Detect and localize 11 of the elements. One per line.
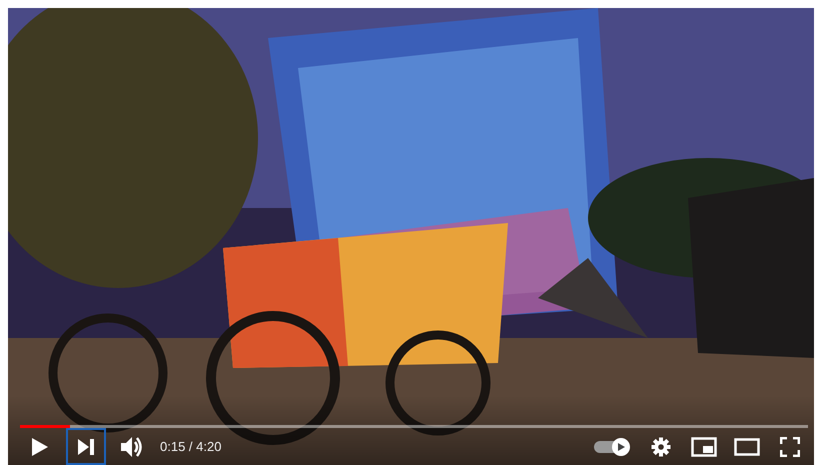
- theater-icon: [734, 438, 760, 456]
- fullscreen-icon: [780, 436, 800, 456]
- miniplayer-icon: [691, 436, 717, 456]
- time-display: 0:15 / 4:20: [160, 439, 222, 454]
- autoplay-toggle[interactable]: [594, 438, 630, 456]
- next-button[interactable]: [66, 428, 106, 465]
- play-icon: [617, 442, 625, 450]
- next-icon: [77, 438, 95, 456]
- settings-icon: [651, 436, 671, 456]
- volume-icon: [120, 436, 144, 458]
- play-icon: [31, 436, 49, 456]
